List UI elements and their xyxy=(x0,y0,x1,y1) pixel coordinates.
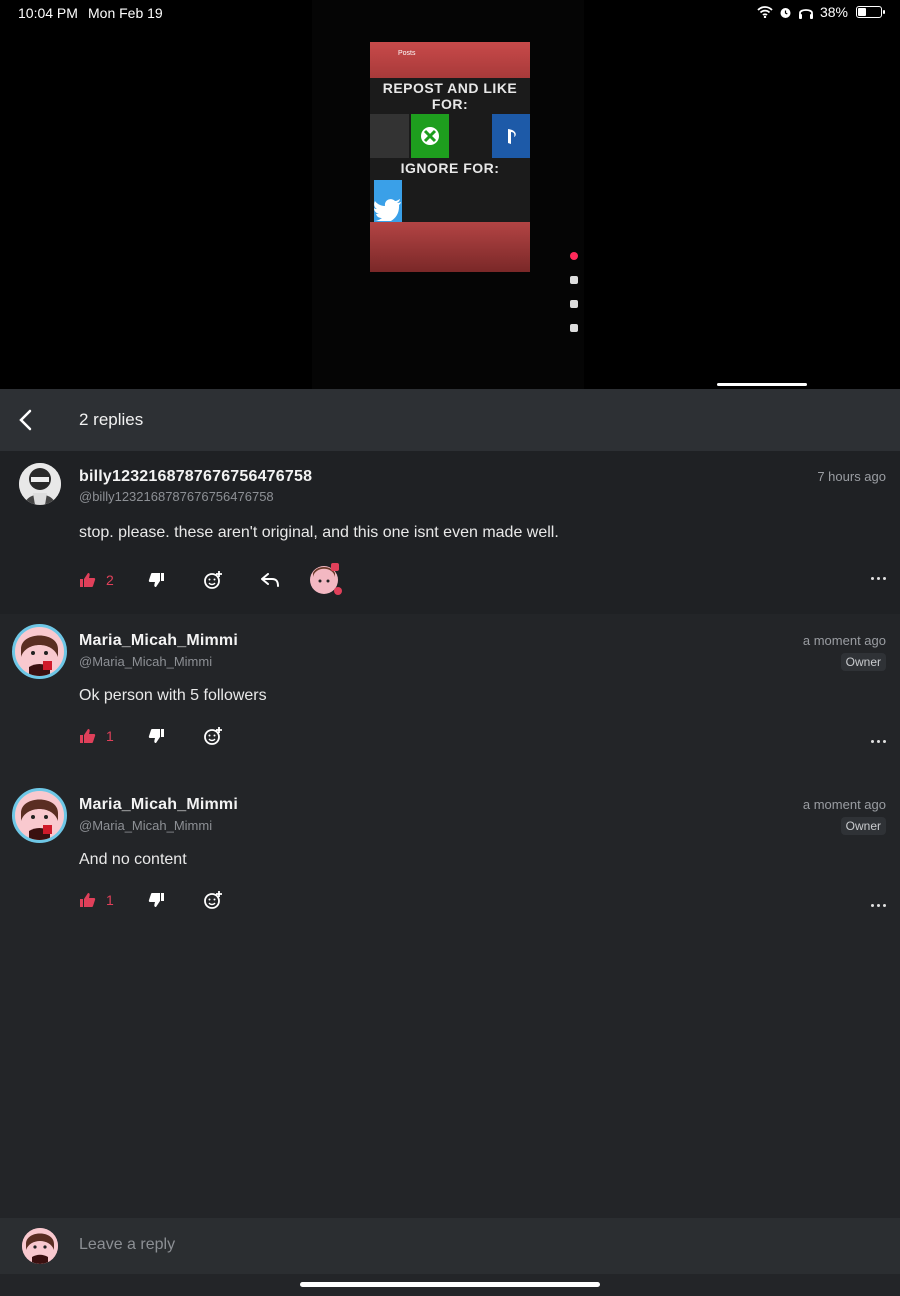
video-player[interactable]: Posts REPOST AND LIKE FOR: IGNORE FOR: 1… xyxy=(0,0,900,389)
embedded-reply-card xyxy=(370,222,530,272)
comment-timestamp: 7 hours ago xyxy=(817,469,886,484)
comment-username[interactable]: Maria_Micah_Mimmi xyxy=(79,796,238,814)
platform-logos xyxy=(370,114,530,158)
thumbs-up-icon xyxy=(80,893,96,907)
post-title: Posts xyxy=(398,50,416,57)
alarm-icon xyxy=(780,7,791,18)
add-reaction-button[interactable] xyxy=(203,570,223,590)
more-options-button[interactable] xyxy=(871,904,886,907)
comment-thread: billy1232168787676756476758 @billy123216… xyxy=(0,451,900,1218)
bottom-safe-area xyxy=(0,1274,900,1296)
comment-handle: @Maria_Micah_Mimmi xyxy=(79,654,213,669)
inner-home-indicator xyxy=(717,383,807,386)
avatar[interactable] xyxy=(12,788,67,843)
battery-percent: 38% xyxy=(819,4,848,20)
xbox-logo xyxy=(410,114,449,158)
playstation-logo xyxy=(491,114,530,158)
add-reaction-button[interactable] xyxy=(203,890,223,910)
replies-header: 2 replies xyxy=(0,389,900,451)
post-headline-bottom: IGNORE FOR: xyxy=(400,160,500,176)
dislike-button[interactable] xyxy=(148,728,165,744)
person-image xyxy=(370,114,409,158)
like-button[interactable] xyxy=(79,572,96,588)
comment-text: stop. please. these aren't original, and… xyxy=(79,524,559,541)
like-count: 2 xyxy=(106,572,114,588)
screen-recording: Posts REPOST AND LIKE FOR: IGNORE FOR: xyxy=(312,0,807,389)
comment-timestamp: a moment ago xyxy=(802,797,886,812)
reply-input-bar: Leave a reply xyxy=(0,1218,900,1274)
comment-username[interactable]: Maria_Micah_Mimmi xyxy=(79,632,238,650)
thumbs-up-icon xyxy=(80,573,96,587)
add-reaction-button[interactable] xyxy=(203,726,223,746)
creator-heart-avatar xyxy=(309,563,343,597)
parent-comment: billy1232168787676756476758 @billy123216… xyxy=(0,451,900,614)
versus-mark xyxy=(451,114,490,158)
like-button[interactable] xyxy=(79,728,96,744)
reply-comment: Maria_Micah_Mimmi @Maria_Micah_Mimmi a m… xyxy=(0,614,900,778)
like-count: 1 xyxy=(106,892,114,908)
thumbs-down-icon xyxy=(148,573,164,587)
comment-text: And no content xyxy=(79,851,187,868)
battery-icon xyxy=(856,6,885,18)
reply-input[interactable]: Leave a reply xyxy=(79,1236,175,1254)
comment-handle: @billy1232168787676756476758 xyxy=(79,489,274,504)
side-action-rail xyxy=(570,252,582,348)
headphones-icon xyxy=(798,8,813,19)
status-date: Mon Feb 19 xyxy=(88,5,163,21)
more-options-button[interactable] xyxy=(871,740,886,743)
wifi-icon xyxy=(757,6,773,18)
emoji-add-icon xyxy=(204,727,222,745)
post-banner: Posts xyxy=(370,42,530,78)
comment-handle: @Maria_Micah_Mimmi xyxy=(79,818,213,833)
emoji-add-icon xyxy=(204,891,222,909)
like-button[interactable] xyxy=(79,892,96,908)
thumbs-up-icon xyxy=(80,729,96,743)
current-user-avatar xyxy=(22,1228,58,1264)
home-indicator[interactable] xyxy=(300,1282,600,1287)
dislike-button[interactable] xyxy=(148,572,165,588)
reply-arrow-icon xyxy=(261,573,279,587)
dislike-button[interactable] xyxy=(148,892,165,908)
replies-count-title: 2 replies xyxy=(79,410,144,429)
thumbs-down-icon xyxy=(148,729,164,743)
status-time: 10:04 PM xyxy=(18,5,78,21)
owner-badge: Owner xyxy=(840,817,886,835)
status-bar: 10:04 PM Mon Feb 19 38% xyxy=(0,0,900,28)
reply-comment: Maria_Micah_Mimmi @Maria_Micah_Mimmi a m… xyxy=(0,778,900,942)
reply-button[interactable] xyxy=(261,573,279,587)
chevron-left-icon xyxy=(19,409,32,431)
thumbs-down-icon xyxy=(148,893,164,907)
avatar[interactable] xyxy=(12,624,67,679)
comment-timestamp: a moment ago xyxy=(802,633,886,648)
like-count: 1 xyxy=(106,728,114,744)
more-options-button[interactable] xyxy=(871,577,886,580)
comment-text: Ok person with 5 followers xyxy=(79,687,267,704)
owner-badge: Owner xyxy=(840,653,886,671)
post-headline-top: REPOST AND LIKE FOR: xyxy=(382,80,518,112)
comment-username[interactable]: billy1232168787676756476758 xyxy=(79,468,312,486)
emoji-add-icon xyxy=(204,571,222,589)
avatar[interactable] xyxy=(19,463,61,505)
back-button[interactable] xyxy=(0,389,50,451)
